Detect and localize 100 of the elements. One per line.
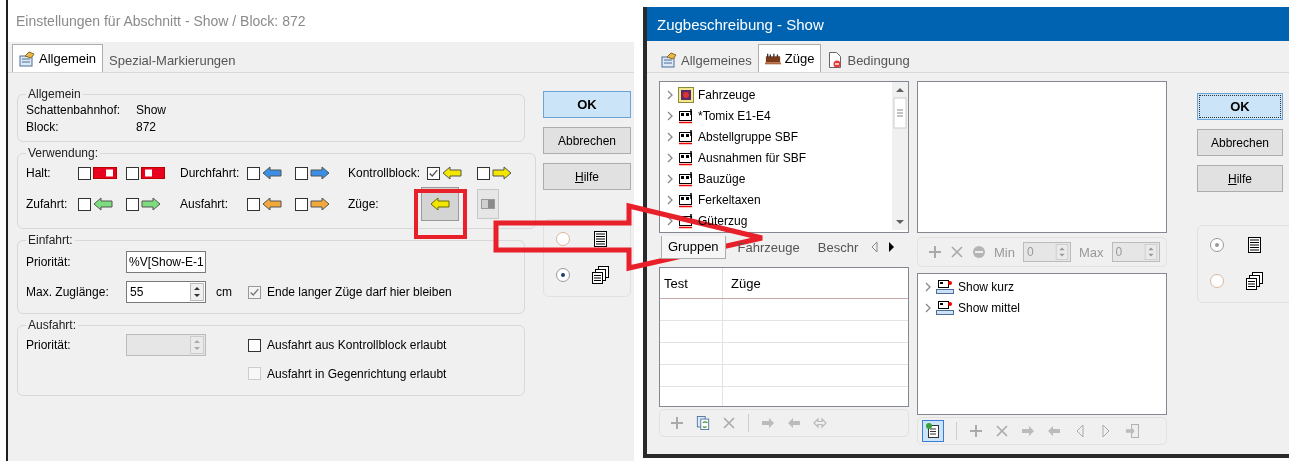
dialog-button[interactable]: Abbrechen [1197, 129, 1283, 156]
scroll-left-icon[interactable] [870, 241, 881, 253]
checkbox[interactable] [126, 166, 139, 180]
checkbox[interactable] [247, 197, 260, 211]
radio-button[interactable] [1210, 238, 1224, 252]
option-label: Halt: [26, 166, 51, 180]
wagon-icon [678, 128, 694, 145]
radio-button[interactable] [556, 268, 570, 282]
group-title: Ausfahrt: [27, 318, 78, 332]
column-header: Test [660, 268, 723, 298]
checkbox[interactable] [247, 166, 260, 180]
chevron-icon[interactable] [666, 89, 674, 100]
tree-item[interactable]: Güterzug [660, 210, 892, 231]
field-label: Max. Zuglänge: [26, 285, 110, 299]
wagon-icon [678, 149, 694, 166]
checkbox[interactable] [295, 166, 308, 180]
dialog-button[interactable]: Hilfe [1197, 165, 1283, 192]
checkbox[interactable] [78, 197, 91, 211]
delete-icon[interactable] [950, 245, 964, 259]
checkbox-label: Ausfahrt aus Kontrollblock erlaubt [267, 338, 447, 352]
group-title: Verwendung: [27, 146, 100, 160]
field-label: Max [1078, 244, 1104, 260]
tab[interactable]: Spezial-Markierungen [103, 48, 242, 72]
add-icon[interactable] [969, 424, 983, 438]
wagon-icon [678, 107, 694, 124]
chevron-icon[interactable] [924, 302, 932, 313]
checkbox[interactable] [248, 285, 261, 299]
tree-item[interactable]: Show mittel [918, 297, 1166, 318]
exit-icon[interactable] [1125, 424, 1139, 438]
wagon-icon [678, 212, 694, 229]
toggle-button[interactable] [477, 189, 499, 219]
chevron-icon[interactable] [666, 110, 674, 121]
dialog-button[interactable]: Hilfe [543, 163, 631, 190]
add-icon[interactable] [928, 245, 942, 259]
checkbox[interactable] [477, 166, 490, 180]
list-icon [592, 231, 608, 247]
option-label: Kontrollblock: [348, 166, 421, 180]
add-document-icon[interactable] [922, 420, 944, 442]
scroll-right-icon[interactable] [886, 241, 897, 253]
field-label: Priorität: [26, 255, 72, 269]
checkbox[interactable] [295, 197, 308, 211]
tree-item[interactable]: Abstellgruppe SBF [660, 126, 892, 147]
field-value: 872 [136, 119, 157, 134]
wagon-icon [678, 191, 694, 208]
tree-item[interactable]: Ferkeltaxen [660, 189, 892, 210]
tree-item[interactable]: *Tomix E1-E4 [660, 105, 892, 126]
number-field[interactable]: 55 [126, 281, 206, 303]
tab[interactable]: Fahrzeuge [731, 236, 806, 258]
tab[interactable]: Beschr [811, 236, 865, 258]
tree-item[interactable]: Ausnahmen für SBF [660, 147, 892, 168]
copy-refresh-icon[interactable] [696, 416, 710, 430]
settings-icon [661, 52, 677, 68]
checkbox-label: Ausfahrt in Gegenrichtung erlaubt [267, 366, 447, 381]
dialog-button[interactable]: OK [543, 91, 631, 118]
column-header: Züge [730, 274, 762, 293]
vehicle-icon [678, 86, 694, 103]
pages-icon [592, 266, 610, 284]
option-label: Ausfahrt: [180, 197, 229, 211]
chevron-icon[interactable] [666, 131, 674, 142]
checkbox[interactable] [126, 197, 139, 211]
tab[interactable]: Allgemein [12, 44, 104, 72]
checkbox[interactable] [248, 338, 261, 352]
tab[interactable]: Allgemeines [655, 48, 758, 72]
radio-button[interactable] [1210, 274, 1224, 288]
chevron-icon[interactable] [666, 152, 674, 163]
document-icon [827, 52, 844, 68]
chevron-icon[interactable] [666, 194, 674, 205]
tree-item[interactable]: Show kurz [918, 276, 1166, 297]
dialog-button[interactable]: Abbrechen [543, 127, 631, 154]
delete-icon[interactable] [722, 416, 736, 430]
delete-icon[interactable] [995, 424, 1009, 438]
field-value: Show [136, 102, 167, 117]
checkbox[interactable] [427, 166, 440, 180]
add-icon[interactable] [670, 416, 684, 430]
tree-item[interactable]: Bauzüge [660, 168, 892, 189]
scrollbar[interactable] [892, 82, 908, 230]
group-title: Einfahrt: [27, 233, 74, 247]
train-icon [936, 299, 954, 316]
field-label: Priorität: [26, 338, 72, 352]
dialog-button[interactable]: OK [1197, 93, 1283, 120]
highlight-frame [414, 189, 467, 239]
tab[interactable]: Bedingung [821, 48, 916, 72]
spin-arrows-icon[interactable] [190, 283, 204, 301]
wagon-icon [678, 170, 694, 187]
field-label: Block: [26, 119, 60, 134]
field-label: Schattenbahnhof: [26, 102, 122, 117]
tab[interactable]: Züge [757, 44, 822, 72]
chevron-icon[interactable] [666, 215, 674, 226]
radio-button[interactable] [556, 232, 570, 246]
checkbox[interactable] [78, 166, 91, 180]
option-label: Durchfahrt: [180, 166, 240, 180]
chevron-icon[interactable] [924, 281, 932, 292]
group-title: Allgemein [27, 87, 82, 101]
window-title: Einstellungen für Abschnitt - Show / Block: 872 [16, 13, 306, 29]
stop-icon[interactable] [972, 245, 986, 259]
text-field[interactable]: %V[Show-E-1 [126, 251, 206, 273]
tree-item[interactable]: Fahrzeuge [660, 84, 892, 105]
tab[interactable]: Gruppen [661, 235, 726, 259]
chevron-icon[interactable] [666, 173, 674, 184]
list-icon [1246, 237, 1262, 253]
